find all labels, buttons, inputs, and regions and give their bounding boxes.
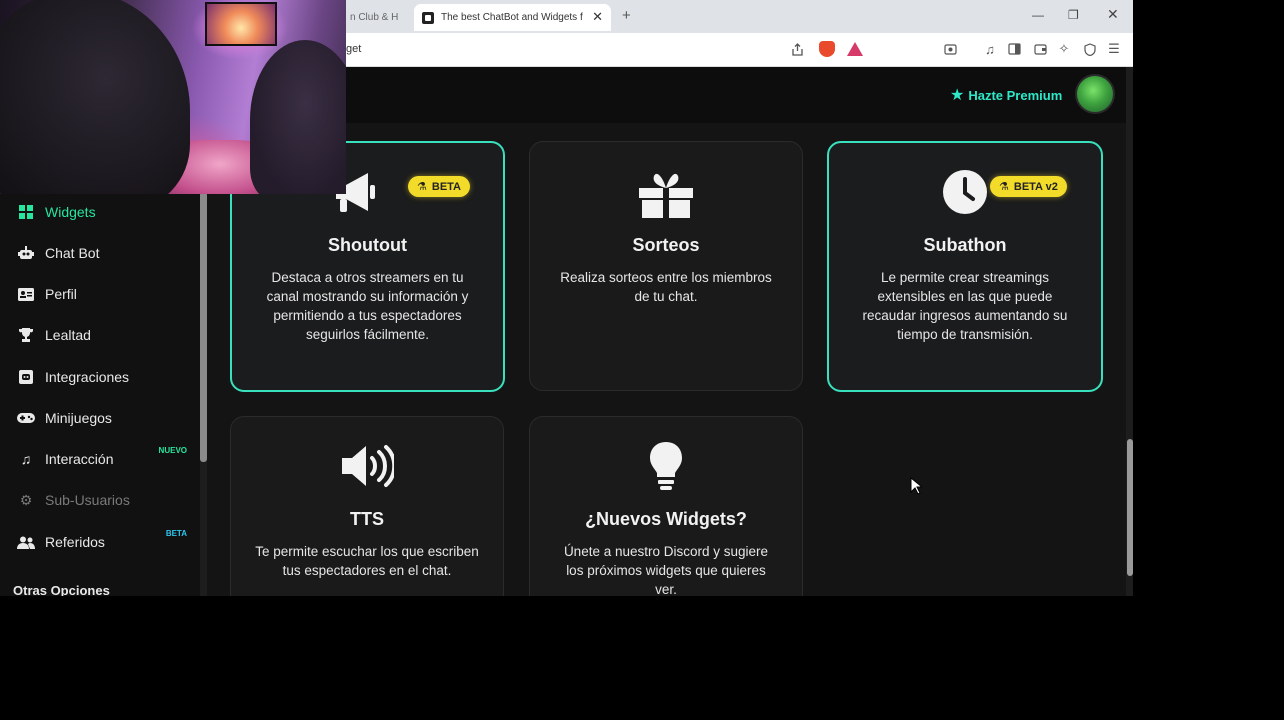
sidebar-item-integraciones[interactable]: Integraciones <box>17 366 197 388</box>
premium-label: Hazte Premium <box>968 87 1063 103</box>
menu-icon[interactable]: ☰ <box>1107 41 1121 56</box>
sidebar-item-minijuegos[interactable]: Minijuegos <box>17 407 197 429</box>
discord-icon <box>17 369 35 385</box>
tab-close-icon[interactable]: ✕ <box>592 9 603 25</box>
speaker-icon <box>231 444 503 488</box>
card-title: TTS <box>350 509 384 529</box>
wallet-icon[interactable] <box>1033 42 1047 56</box>
new-badge: NUEVO <box>158 446 187 455</box>
tab-active-label: The best ChatBot and Widgets f <box>441 12 583 23</box>
vpn-icon[interactable] <box>1083 42 1097 56</box>
restore-button[interactable]: ❐ <box>1068 8 1079 22</box>
trophy-icon <box>17 327 35 343</box>
beta-badge-label: BETA v2 <box>1013 180 1058 193</box>
card-title: Subathon <box>923 235 1007 255</box>
widget-card-sorteos[interactable]: Sorteos Realiza sorteos entre los miembr… <box>529 141 803 391</box>
sidebar-toggle-icon[interactable] <box>1007 42 1021 56</box>
webcam-person-right <box>250 40 346 194</box>
sidebar-item-chat-bot[interactable]: Chat Bot <box>17 242 197 264</box>
sidebar-item-widgets[interactable]: Widgets <box>17 201 197 223</box>
users-icon <box>17 534 35 550</box>
grid-icon <box>17 204 35 220</box>
sidebar-item-label: Perfil <box>45 286 77 302</box>
id-card-icon <box>17 286 35 302</box>
close-window-button[interactable]: ✕ <box>1107 6 1119 23</box>
new-tab-button[interactable]: + <box>622 7 631 24</box>
sidebar-item-interaccion[interactable]: ♫ Interacción NUEVO <box>17 446 197 470</box>
webcam-person-left <box>0 0 190 194</box>
sidebar-item-label: Interacción <box>45 451 114 467</box>
robot-icon <box>17 245 35 261</box>
webcam-tv <box>205 2 277 46</box>
sidebar-scrollbar-thumb[interactable] <box>200 192 207 462</box>
screenshot-icon[interactable] <box>943 42 957 56</box>
site-favicon-icon <box>422 11 434 24</box>
beta-badge: BETA <box>165 529 187 538</box>
brave-rewards-icon[interactable] <box>847 42 863 56</box>
widget-card-subathon[interactable]: ⚗ BETA v2 Subathon Le permite crear stre… <box>827 141 1103 392</box>
mouse-cursor-icon <box>910 477 922 495</box>
card-description: Destaca a otros streamers en tu canal mo… <box>266 270 469 342</box>
url-field[interactable]: get <box>346 43 361 55</box>
widget-card-nuevos-widgets[interactable]: ¿Nuevos Widgets? Únete a nuestro Discord… <box>529 416 803 596</box>
webcam-overlay <box>0 0 346 194</box>
section-title-otras-opciones: Otras Opciones <box>13 583 110 596</box>
sidebar-item-perfil[interactable]: Perfil <box>17 283 197 305</box>
star-icon: ★ <box>950 87 965 104</box>
sidebar-item-label: Widgets <box>45 204 96 220</box>
minimize-button[interactable]: — <box>1032 8 1044 22</box>
main-scrollbar-thumb[interactable] <box>1127 439 1133 576</box>
tab-inactive[interactable]: n Club & H <box>346 4 414 31</box>
sidebar-item-label: Lealtad <box>45 327 91 343</box>
flask-icon: ⚗ <box>999 181 1009 193</box>
card-description: Únete a nuestro Discord y sugiere los pr… <box>563 544 769 596</box>
brave-shield-icon[interactable] <box>819 41 835 57</box>
card-description: Realiza sorteos entre los miembros de tu… <box>560 270 772 304</box>
lightbulb-icon <box>530 441 802 491</box>
card-description: Le permite crear streamings extensibles … <box>862 270 1068 342</box>
gift-icon <box>530 170 802 218</box>
avatar[interactable] <box>1075 74 1115 114</box>
sidebar-item-label: Chat Bot <box>45 245 100 261</box>
beta-badge: ⚗ BETA <box>408 176 471 197</box>
flask-icon: ⚗ <box>417 181 427 193</box>
gamepad-icon <box>17 410 35 426</box>
leo-ai-icon[interactable]: ✧ <box>1057 41 1071 56</box>
sidebar-item-lealtad[interactable]: Lealtad <box>17 324 197 346</box>
beta-badge-label: BETA <box>431 180 462 193</box>
card-title: Sorteos <box>632 235 700 255</box>
sidebar-item-label: Sub-Usuarios <box>45 492 130 508</box>
tab-inactive-label: n Club & H <box>350 12 399 23</box>
tab-active[interactable]: The best ChatBot and Widgets f ✕ <box>414 4 611 31</box>
media-icon[interactable]: ♫ <box>983 42 997 57</box>
widget-card-tts[interactable]: TTS Te permite escuchar los que escriben… <box>230 416 504 596</box>
sidebar-item-label: Referidos <box>45 534 105 550</box>
sidebar-item-referidos[interactable]: Referidos BETA <box>17 529 197 553</box>
premium-button[interactable]: ★ Hazte Premium <box>950 85 1062 105</box>
music-icon: ♫ <box>20 451 32 467</box>
card-title: ¿Nuevos Widgets? <box>585 509 747 529</box>
sidebar: Widgets Chat Bot Perfil Lealtad Integrac… <box>0 192 207 596</box>
gears-icon: ⚙ <box>19 491 33 508</box>
sidebar-item-label: Integraciones <box>45 369 130 385</box>
beta-badge: ⚗ BETA v2 <box>990 176 1067 197</box>
card-title: Shoutout <box>328 235 407 255</box>
sidebar-item-label: Minijuegos <box>45 410 112 426</box>
sidebar-item-sub-usuarios[interactable]: ⚙ Sub-Usuarios <box>17 489 197 511</box>
card-description: Te permite escuchar los que escriben tus… <box>255 544 479 578</box>
share-icon[interactable] <box>790 42 804 56</box>
